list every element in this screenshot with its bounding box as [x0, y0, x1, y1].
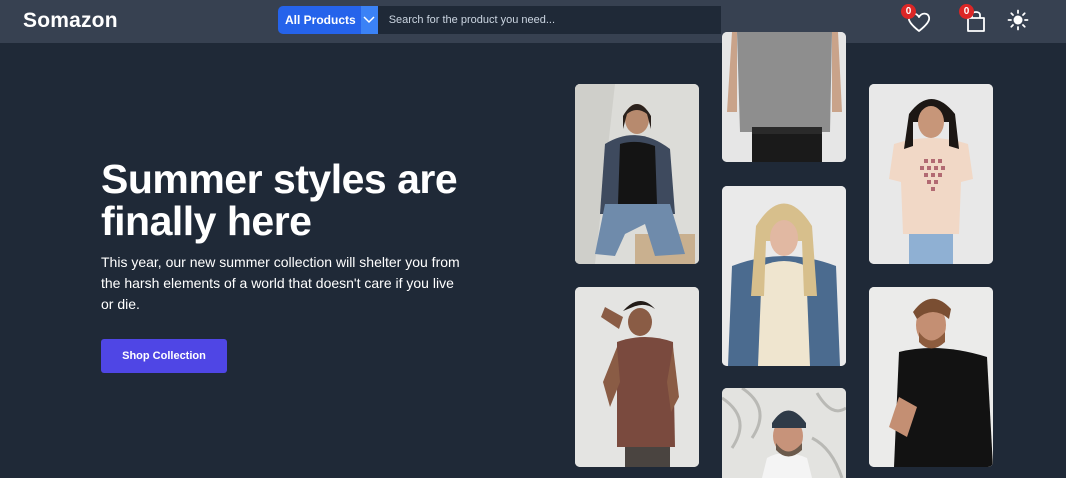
hero-title: Summer styles are finally here: [101, 156, 458, 244]
gallery-image-woman-pink-tshirt: [869, 84, 993, 264]
cart-button[interactable]: 0: [959, 4, 991, 36]
chevron-down-icon[interactable]: [360, 6, 378, 34]
sun-icon: [1007, 9, 1029, 31]
gallery-image-man-black-tshirt: [869, 287, 993, 467]
gallery-image-man-beanie: [722, 388, 846, 478]
page: Somazon All Products 0 0: [0, 0, 1066, 478]
gallery-image-man-brown-tshirt: [575, 287, 699, 467]
wishlist-count-badge: 0: [901, 4, 916, 19]
category-dropdown[interactable]: All Products: [278, 6, 378, 34]
shop-collection-button[interactable]: Shop Collection: [101, 339, 227, 373]
theme-toggle-button[interactable]: [1007, 9, 1029, 31]
search-input[interactable]: [377, 6, 721, 34]
category-label: All Products: [285, 13, 356, 27]
gallery-image-woman-blonde-denim: [722, 186, 846, 366]
brand-logo[interactable]: Somazon: [23, 9, 118, 33]
gallery-image-man-grey-tshirt: [722, 32, 846, 162]
hero-subtitle: This year, our new summer collection wil…: [101, 254, 460, 312]
gallery-image-woman-denim-jacket: [575, 84, 699, 264]
cart-count-badge: 0: [959, 4, 974, 19]
wishlist-button[interactable]: 0: [901, 4, 933, 36]
search-bar: All Products: [278, 6, 721, 34]
navbar: Somazon All Products 0 0: [0, 0, 1066, 43]
